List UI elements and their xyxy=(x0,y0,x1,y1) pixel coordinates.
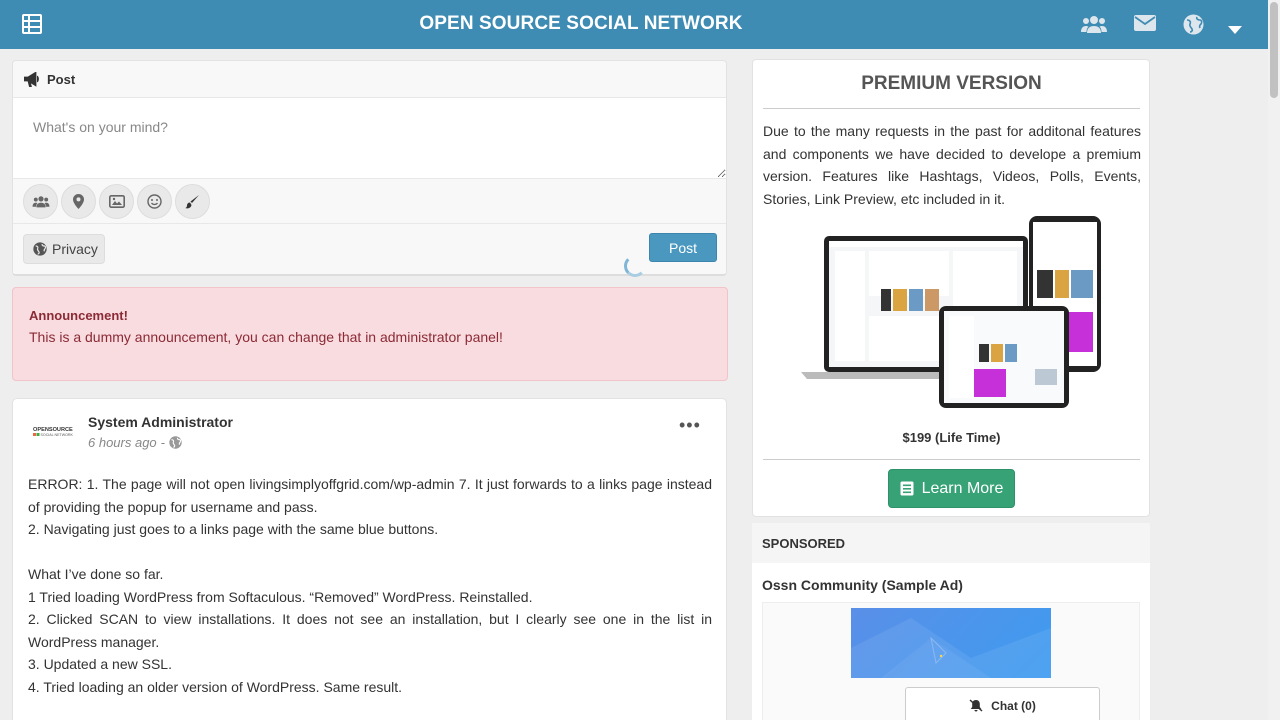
sponsored-header: SPONSORED xyxy=(752,523,1150,563)
wall-post: OPENSOURCE SOCIAL NETWORK System Adminis… xyxy=(12,398,727,720)
announcement-title: Announcement! xyxy=(29,308,128,323)
announcement-text: This is a dummy announcement, you can ch… xyxy=(29,329,503,345)
post-line: 1 Tried loading WordPress from Softaculo… xyxy=(28,588,533,605)
post-line: 2. Clicked SCAN to view installations. I… xyxy=(28,611,712,650)
post-line: ERROR: 1. The page will not open livings… xyxy=(28,476,712,515)
photo-icon[interactable] xyxy=(99,183,134,219)
composer-footer: Privacy Post xyxy=(13,224,726,274)
post-composer: Post Privacy Post xyxy=(12,60,727,276)
public-globe-icon xyxy=(169,436,182,449)
friends-icon[interactable] xyxy=(1081,14,1107,36)
post-meta: 6 hours ago - xyxy=(88,435,182,450)
scrollbar-thumb[interactable] xyxy=(1270,2,1278,98)
chat-button[interactable]: Chat (0) xyxy=(905,687,1100,720)
composer-tools xyxy=(13,178,726,224)
chat-label: Chat (0) xyxy=(991,699,1036,713)
post-options-icon[interactable]: ••• xyxy=(679,415,701,436)
ad-image[interactable] xyxy=(851,608,1051,678)
announcement-alert: Announcement! This is a dummy announceme… xyxy=(12,287,728,381)
book-icon xyxy=(900,481,914,496)
post-line: 2. Navigating just goes to a links page … xyxy=(28,521,439,537)
learn-more-button[interactable]: Learn More xyxy=(888,469,1015,508)
premium-price: $199 (Life Time) xyxy=(763,430,1140,460)
premium-devices-image xyxy=(799,214,1105,409)
svg-text:SOCIAL NETWORK: SOCIAL NETWORK xyxy=(41,433,74,437)
premium-description: Due to the many requests in the past for… xyxy=(763,123,1141,208)
dropdown-caret-icon[interactable] xyxy=(1228,22,1254,44)
post-line: 4. Tried loading an older version of Wor… xyxy=(28,678,403,695)
messages-icon[interactable] xyxy=(1134,14,1160,36)
site-title[interactable]: OPEN SOURCE SOCIAL NETWORK xyxy=(0,13,1162,35)
post-line xyxy=(28,541,712,564)
post-body: ERROR: 1. The page will not open livings… xyxy=(28,473,712,698)
premium-widget: PREMIUM VERSION Due to the many requests… xyxy=(752,59,1150,517)
ad-title[interactable]: Ossn Community (Sample Ad) xyxy=(762,577,963,593)
post-line: 3. Updated a new SSL. xyxy=(28,656,172,672)
privacy-label: Privacy xyxy=(52,241,98,257)
post-time: 6 hours ago xyxy=(88,435,157,450)
page-scrollbar[interactable] xyxy=(1268,0,1280,720)
muted-bell-icon xyxy=(969,699,983,712)
emoji-icon[interactable] xyxy=(137,183,172,219)
tag-friends-icon[interactable] xyxy=(23,183,58,219)
globe-icon xyxy=(33,242,47,256)
composer-header-label: Post xyxy=(47,71,76,87)
notifications-globe-icon[interactable] xyxy=(1183,14,1209,36)
location-icon[interactable] xyxy=(61,183,96,219)
premium-title: PREMIUM VERSION xyxy=(763,73,1140,109)
post-textarea[interactable] xyxy=(13,98,726,178)
post-button[interactable]: Post xyxy=(649,233,717,262)
top-navbar: OPEN SOURCE SOCIAL NETWORK xyxy=(0,0,1268,49)
privacy-button[interactable]: Privacy xyxy=(23,234,105,264)
author-avatar[interactable]: OPENSOURCE SOCIAL NETWORK xyxy=(33,425,74,439)
megaphone-icon xyxy=(24,71,39,87)
meta-separator: - xyxy=(160,435,166,450)
learn-more-label: Learn More xyxy=(921,479,1004,497)
loading-spinner xyxy=(624,255,646,277)
post-author[interactable]: System Administrator xyxy=(88,414,233,430)
composer-header: Post xyxy=(13,61,726,98)
brush-icon[interactable] xyxy=(175,183,210,219)
post-line: What I’ve done so far. xyxy=(28,566,164,582)
